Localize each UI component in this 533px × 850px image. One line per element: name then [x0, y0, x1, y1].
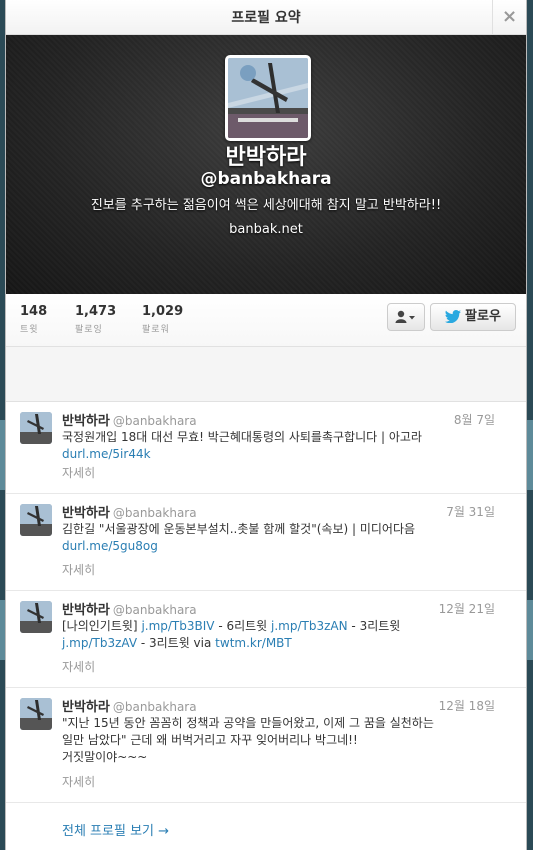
tweet-text-line: 일만 남았다" 근데 왜 버벅거리고 자꾸 잊어버리나 박그네!!: [62, 733, 358, 747]
tweet-expand-link[interactable]: 자세히: [62, 561, 95, 578]
stat-value: 148: [20, 304, 48, 319]
tweet-author-name: 반박하라: [62, 414, 110, 429]
tweet-author[interactable]: 반박하라 @banbakhara: [62, 599, 197, 618]
profile-summary-modal: 프로필 요약 × 반박하라 @banbakhara 진보를 추구하는 젊음이여 …: [5, 0, 527, 850]
stat-tweets[interactable]: 148 트윗: [20, 304, 47, 335]
profile-handle: @banbakhara: [200, 169, 332, 189]
tweet-timestamp[interactable]: 12월 18일: [439, 697, 495, 714]
profile-avatar[interactable]: [225, 55, 311, 141]
close-icon: ×: [501, 6, 518, 27]
tweet-text-segment: - 3리트윗 via: [137, 636, 216, 650]
stat-following[interactable]: 1,473 팔로잉: [75, 304, 116, 335]
tweet-avatar[interactable]: [20, 698, 52, 730]
tweet-author[interactable]: 반박하라 @banbakhara: [62, 696, 197, 715]
tweet-expand-link[interactable]: 자세히: [62, 773, 95, 790]
follow-button[interactable]: 팔로우: [430, 303, 516, 331]
tweet-item[interactable]: 반박하라 @banbakhara 12월 18일 "지난 15년 동안 꼼꼼히 정…: [6, 688, 526, 803]
stat-value: 1,473: [75, 304, 117, 319]
follow-label: 팔로우: [465, 309, 501, 324]
tweet-author-handle: @banbakhara: [112, 603, 197, 617]
avatar-image: [20, 601, 52, 633]
tweet-expand-link[interactable]: 자세히: [62, 658, 95, 675]
tweet-avatar[interactable]: [20, 601, 52, 633]
tweet-link[interactable]: j.mp/Tb3zAN: [271, 619, 348, 633]
tweet-text: "지난 15년 동안 꼼꼼히 정책과 공약을 만들어왔고, 이제 그 꿈을 실천…: [62, 715, 472, 766]
tweet-author[interactable]: 반박하라 @banbakhara: [62, 502, 197, 521]
tweet-text: [나의인기트윗] j.mp/Tb3BIV - 6리트윗 j.mp/Tb3zAN …: [62, 618, 472, 652]
stat-followers[interactable]: 1,029 팔로워: [142, 304, 183, 335]
avatar-image: [228, 58, 308, 138]
profile-header: 반박하라 @banbakhara 진보를 추구하는 젊음이여 썩은 세상에대해 …: [6, 35, 526, 294]
tweet-item[interactable]: 반박하라 @banbakhara 7월 31일 김한길 "서울광장에 운동본부설치…: [6, 494, 526, 591]
avatar-image: [20, 698, 52, 730]
tweet-link[interactable]: durl.me/5ir44k: [62, 447, 151, 461]
tweet-link[interactable]: j.mp/Tb3BIV: [141, 619, 214, 633]
tweet-expand-link[interactable]: 자세히: [62, 464, 95, 481]
stat-label: 팔로워: [142, 325, 170, 335]
tweet-text-line: "지난 15년 동안 꼼꼼히 정책과 공약을 만들어왔고, 이제 그 꿈을 실천…: [62, 716, 434, 730]
tweet-text-line: 거짓말이야~~~: [62, 750, 148, 764]
tweet-timestamp[interactable]: 12월 21일: [439, 600, 495, 617]
tweet-author-name: 반박하라: [62, 506, 110, 521]
tweet-timestamp[interactable]: 7월 31일: [446, 503, 495, 520]
modal-header: 프로필 요약 ×: [6, 0, 526, 35]
tweet-text-segment: - 6리트윗: [214, 619, 272, 633]
modal-title: 프로필 요약: [231, 10, 301, 26]
tweet-author-name: 반박하라: [62, 603, 110, 618]
tweet-item[interactable]: 반박하라 @banbakhara 12월 21일 [나의인기트윗] j.mp/Tb…: [6, 591, 526, 688]
profile-bio: 진보를 추구하는 젊음이여 썩은 세상에대해 참지 말고 반박하라!!: [90, 198, 442, 213]
tweet-author-handle: @banbakhara: [112, 414, 197, 428]
tweet-text-line: 국정원개입 18대 대선 무효! 박근혜대통령의 사퇴를촉구합니다 | 아고라: [62, 430, 422, 444]
close-button[interactable]: ×: [492, 0, 526, 34]
stats-bar: 148 트윗 1,473 팔로잉 1,029 팔로워 팔로우: [6, 294, 526, 347]
tweet-text-prefix: [나의인기트윗]: [62, 619, 138, 633]
tweet-link[interactable]: j.mp/Tb3zAV: [62, 636, 137, 650]
tweet-avatar[interactable]: [20, 504, 52, 536]
avatar-image: [20, 504, 52, 536]
tweet-item[interactable]: 반박하라 @banbakhara 8월 7일 국정원개입 18대 대선 무효! 박…: [6, 402, 526, 494]
stat-label: 팔로잉: [75, 325, 103, 335]
avatar-image: [20, 412, 52, 444]
tweet-link[interactable]: durl.me/5gu8og: [62, 539, 158, 553]
person-icon: [395, 310, 415, 323]
full-profile-link[interactable]: 전체 프로필 보기 →: [62, 820, 169, 839]
tweet-author[interactable]: 반박하라 @banbakhara: [62, 410, 197, 429]
tweet-timestamp[interactable]: 8월 7일: [454, 411, 495, 428]
profile-name: 반박하라: [225, 145, 307, 170]
tweet-text: 국정원개입 18대 대선 무효! 박근혜대통령의 사퇴를촉구합니다 | 아고라 …: [62, 429, 472, 463]
tweet-link[interactable]: twtm.kr/MBT: [215, 636, 292, 650]
tweet-text-line: 김한길 "서울광장에 운동본부설치..촛불 함께 할것"(속보) | 미디어다음: [62, 522, 416, 536]
tweet-author-handle: @banbakhara: [112, 700, 197, 714]
tweets-header-spacer: [6, 347, 526, 402]
bird-icon: [445, 310, 462, 324]
tweet-avatar[interactable]: [20, 412, 52, 444]
stat-label: 트윗: [20, 325, 39, 335]
stat-value: 1,029: [142, 304, 184, 319]
tweet-text: 김한길 "서울광장에 운동본부설치..촛불 함께 할것"(속보) | 미디어다음…: [62, 521, 472, 555]
tweet-author-handle: @banbakhara: [112, 506, 197, 520]
tweet-author-name: 반박하라: [62, 700, 110, 715]
user-actions-button[interactable]: [387, 303, 425, 331]
profile-url[interactable]: banbak.net: [6, 222, 526, 237]
tweet-text-segment: - 3리트윗: [347, 619, 401, 633]
